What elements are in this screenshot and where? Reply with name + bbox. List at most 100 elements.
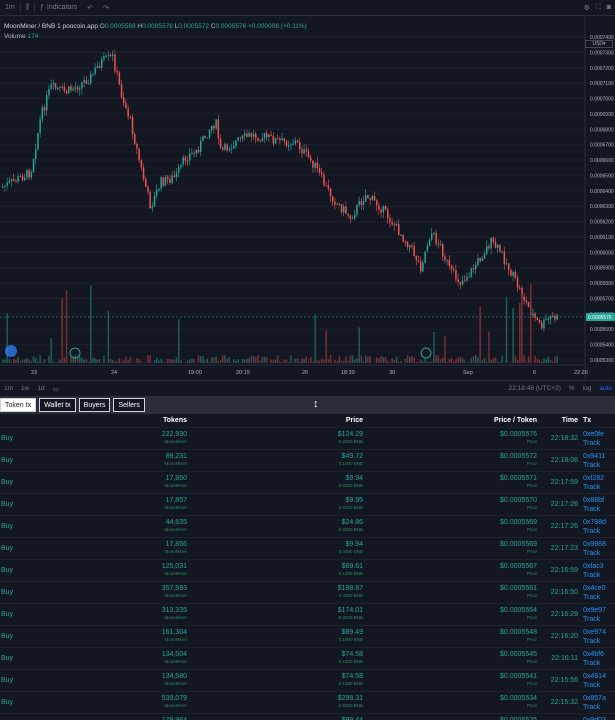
volume-bar (39, 355, 41, 363)
tab-wallet-tx[interactable]: Wallet tx (39, 398, 76, 412)
volume-bar (65, 290, 68, 363)
volume-bar (505, 296, 508, 363)
tab-token-tx[interactable]: Token tx (0, 398, 37, 412)
tx-hash-link[interactable]: 0x798d (583, 518, 606, 527)
pool-label: Pcv2 (526, 703, 537, 708)
table-row: Buy 222,930 MoonMiner $124.29 0.2500 BNB $0.0… (0, 427, 615, 449)
tx-hash-link[interactable]: 0x9411 (583, 452, 605, 461)
volume-bar (549, 359, 552, 363)
price-per-token: $0.0005554 (500, 607, 537, 614)
percent-toggle[interactable]: % (569, 385, 575, 392)
track-link[interactable]: Track (583, 571, 604, 580)
track-link[interactable]: Track (583, 703, 606, 712)
price-axis-label: 0.0005400 (590, 343, 614, 349)
candlestick-chart[interactable]: 0.00074000.00073000.00072000.00071000.00… (0, 17, 615, 380)
resize-handle-icon[interactable]: ↕ (313, 398, 319, 410)
candle-body (536, 317, 539, 320)
candle-type-icon[interactable]: ⫼ (21, 0, 34, 16)
range-1w[interactable]: 1w (17, 385, 33, 392)
camera-icon[interactable]: ◙ (607, 4, 611, 12)
indicators-button[interactable]: ƒ Indicators (35, 0, 82, 16)
candle-body (21, 176, 24, 181)
tx-hash-link[interactable]: 0x88bf (583, 496, 604, 505)
volume-bar (114, 361, 116, 363)
tx-hash-link[interactable]: 0xf282 (583, 474, 604, 483)
tx-hash-link[interactable]: 0x9e97 (583, 606, 606, 615)
tab-sellers[interactable]: Sellers (113, 398, 145, 412)
candle-body (68, 86, 70, 93)
track-link[interactable]: Track (583, 615, 606, 624)
candle-body (351, 218, 354, 220)
time-axis-label: 30 (389, 370, 395, 376)
track-link[interactable]: Track (583, 637, 606, 646)
tx-hash-link[interactable]: 0xfac3 (583, 562, 604, 571)
track-link[interactable]: Track (583, 527, 606, 536)
settings-icon[interactable]: ⚙ (584, 4, 590, 12)
volume-bar (186, 360, 189, 363)
candle-body (329, 188, 332, 197)
header-tokens[interactable]: Tokens (163, 417, 187, 424)
date-range-icon[interactable]: ▭ (49, 385, 63, 393)
volume-bar (92, 357, 94, 363)
header-price-token[interactable]: Price / Token (494, 417, 537, 424)
volume-bar (272, 360, 275, 363)
candle-body (398, 223, 400, 236)
usd-price: $9.94 (345, 475, 363, 482)
candle-body (393, 224, 396, 226)
undo-icon[interactable]: ↶ (82, 0, 98, 16)
tx-hash-link[interactable]: 0xe0fe (583, 430, 604, 439)
usd-price: $49.72 (341, 453, 363, 460)
track-link[interactable]: Track (583, 439, 604, 448)
volume-bar (305, 356, 308, 363)
volume-bar (255, 357, 257, 363)
tx-hash-link[interactable]: 0x857a (583, 694, 606, 703)
volume-label: Volume (4, 33, 26, 40)
token-amount: 161,304 (161, 629, 187, 636)
redo-icon[interactable]: ↷ (98, 0, 114, 16)
volume-bar (162, 361, 165, 363)
range-1d[interactable]: 1d (33, 385, 48, 392)
tx-hash-link[interactable]: 0x9d03 (583, 716, 606, 720)
chart-toolbar: 1m ⫼ ƒ Indicators ↶ ↷ ⚙ ⛶ ◙ (0, 0, 615, 16)
price-axis-label: 0.0007300 (590, 50, 614, 56)
table-row: Buy 17,850 MoonMiner $9.94 0.0200 BNB $0.0005… (0, 471, 615, 493)
volume-bar (112, 359, 114, 363)
tab-buyers[interactable]: Buyers (78, 398, 111, 412)
auto-toggle[interactable]: auto (599, 385, 612, 392)
tx-hash-link[interactable]: 0x4bf6 (583, 650, 604, 659)
candle-body (142, 167, 145, 180)
track-link[interactable]: Track (583, 593, 606, 602)
track-link[interactable]: Track (583, 549, 606, 558)
tx-hash-link[interactable]: 0x9988 (583, 540, 606, 549)
volume-bar (541, 361, 543, 363)
header-price[interactable]: Price (346, 417, 363, 424)
track-link[interactable]: Track (583, 659, 604, 668)
candle-body (72, 88, 74, 91)
volume-bar (294, 358, 297, 363)
track-link[interactable]: Track (583, 461, 605, 470)
currency-selector[interactable]: USD ▾ (585, 40, 613, 48)
track-link[interactable]: Track (583, 505, 604, 514)
track-link[interactable]: Track (583, 483, 604, 492)
candle-body (233, 146, 235, 149)
candle-body (525, 300, 528, 302)
tx-hash-link[interactable]: 0x4ce0 (583, 584, 606, 593)
header-time[interactable]: Time (562, 417, 578, 424)
track-link[interactable]: Track (583, 681, 606, 690)
candle-body (541, 322, 543, 329)
clock-label[interactable]: 22:18:48 (UTC+2) (509, 385, 561, 392)
log-toggle[interactable]: log (583, 385, 592, 392)
tx-hash-link[interactable]: 0xe974 (583, 628, 606, 637)
source-label: poocoin.app (62, 23, 98, 30)
usd-price: $198.87 (337, 585, 363, 592)
usd-price: $89.49 (341, 629, 363, 636)
volume-bar (41, 362, 44, 363)
header-tx[interactable]: Tx (583, 417, 591, 424)
range-1m[interactable]: 1m (0, 385, 17, 392)
price-chart[interactable]: 0.0007400 0.0007300 0.0007200 0.0007100 0.00… (0, 17, 615, 380)
interval-button[interactable]: 1m (0, 0, 20, 16)
fullscreen-icon[interactable]: ⛶ (596, 4, 601, 12)
tx-hash-link[interactable]: 0x4914 (583, 672, 606, 681)
bnb-amount: 0.6000 BNB (338, 703, 363, 708)
candle-body (547, 318, 550, 320)
